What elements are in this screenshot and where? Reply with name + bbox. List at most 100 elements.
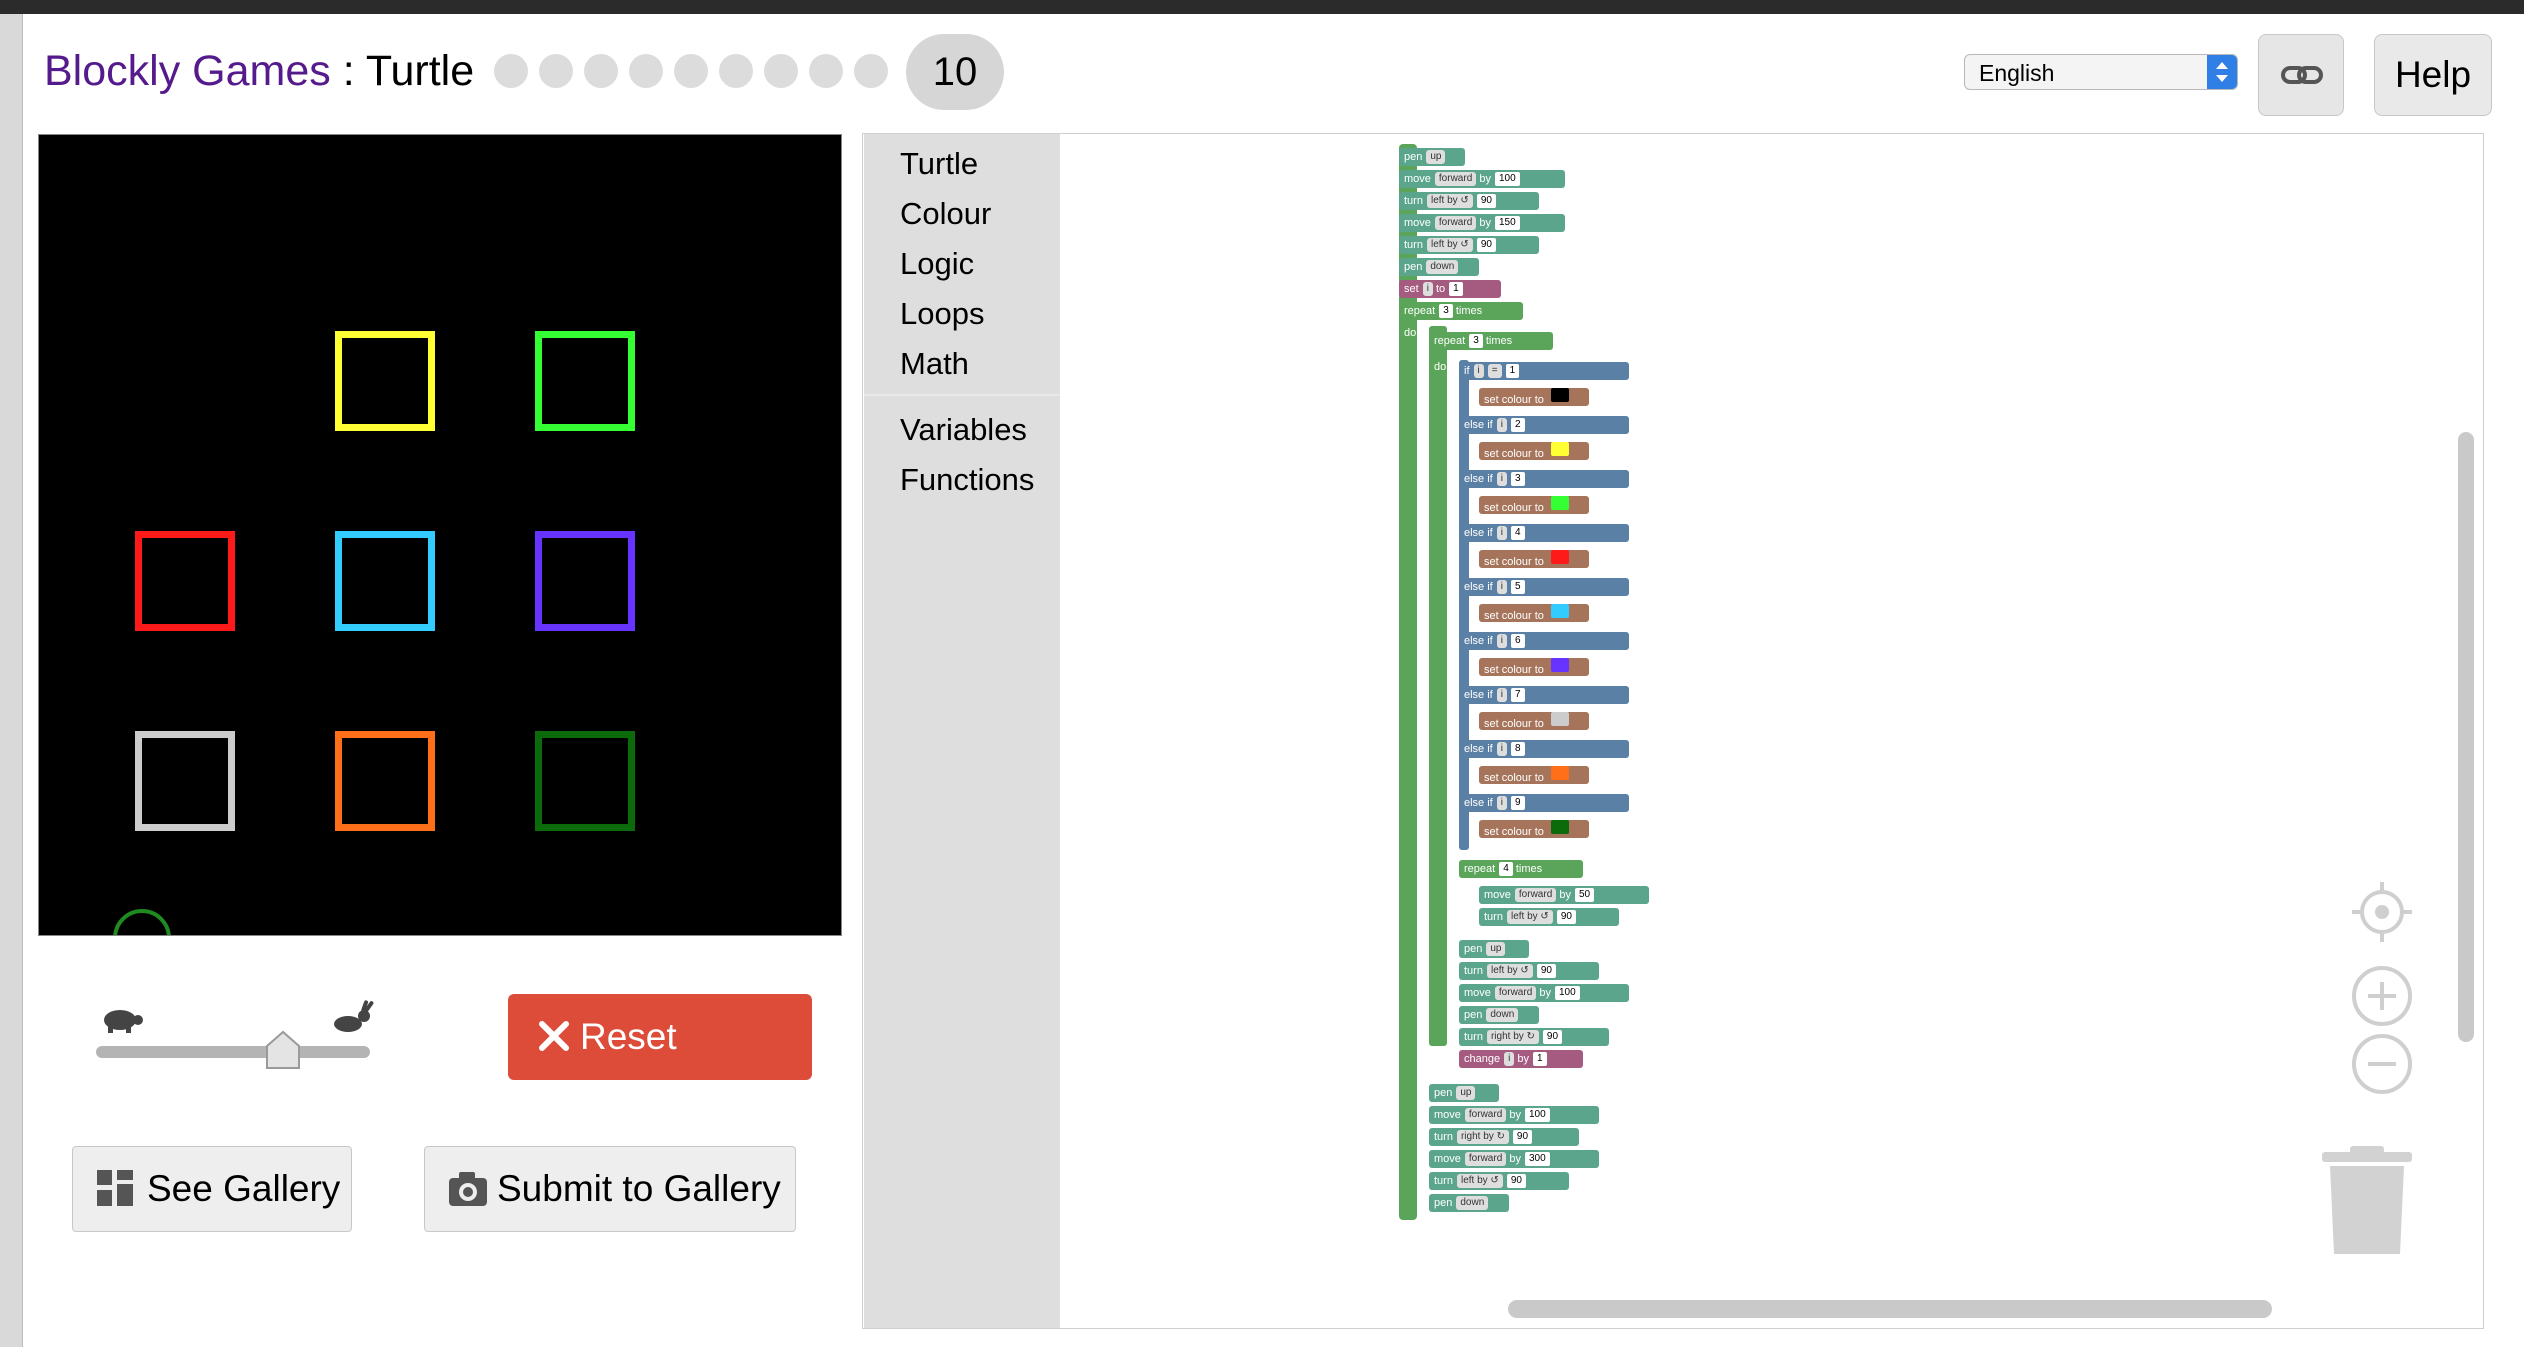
else-if-block[interactable]: else if i 3 (1459, 470, 1629, 488)
turn-left-block[interactable]: turn left by ↺ 90 (1399, 192, 1539, 210)
workspace-vertical-scrollbar[interactable] (2458, 432, 2474, 1042)
toolbox-category-math[interactable]: Math (900, 344, 969, 384)
toolbox-separator (864, 394, 1060, 396)
drawn-square-green (535, 331, 635, 431)
speed-slider-track[interactable] (96, 1046, 370, 1058)
level-dot[interactable] (494, 54, 528, 88)
toolbox-category-functions[interactable]: Functions (900, 460, 1034, 500)
drawn-square-yellow (335, 331, 435, 431)
pen-up-block[interactable]: pen up (1459, 940, 1529, 958)
repeat-block[interactable]: repeat 4 times (1459, 860, 1583, 878)
toolbox-category-variables[interactable]: Variables (900, 410, 1027, 450)
drawn-square-red (135, 531, 235, 631)
move-forward-block[interactable]: move forward by 100 (1429, 1106, 1599, 1124)
zoom-in-icon[interactable] (2350, 964, 2414, 1028)
set-colour-block[interactable]: set colour to (1479, 442, 1589, 460)
language-select[interactable]: English (1964, 54, 2238, 90)
brand-link[interactable]: Blockly Games (44, 47, 331, 95)
level-dot[interactable] (539, 54, 573, 88)
blocks-toolbox: Turtle Colour Logic Loops Math Variables… (864, 134, 1060, 1328)
recenter-icon[interactable] (2350, 880, 2414, 944)
pen-down-block[interactable]: pen down (1429, 1194, 1509, 1212)
code-blocks: pen up move forward by 100 turn left by ↺ 90 … (1395, 144, 1675, 1228)
set-colour-block[interactable]: set colour to (1479, 604, 1589, 622)
language-selected: English (1979, 60, 2055, 86)
drawn-square-orange (335, 731, 435, 831)
do-label: do (1404, 327, 1417, 339)
pen-up-block[interactable]: pen up (1399, 148, 1465, 166)
reset-button[interactable]: Reset (508, 994, 812, 1080)
title-separator: : (330, 47, 366, 95)
pen-up-block[interactable]: pen up (1429, 1084, 1499, 1102)
else-if-block[interactable]: else if i 6 (1459, 632, 1629, 650)
set-colour-block[interactable]: set colour to (1479, 388, 1589, 406)
toolbox-category-loops[interactable]: Loops (900, 294, 984, 334)
turtle-cursor (113, 909, 171, 935)
link-icon (2281, 66, 2323, 84)
level-dot[interactable] (719, 54, 753, 88)
set-colour-block[interactable]: set colour to (1479, 820, 1589, 838)
turn-left-block[interactable]: turn left by ↺ 90 (1399, 236, 1539, 254)
pen-down-block[interactable]: pen down (1399, 258, 1479, 276)
do-label: do (1434, 361, 1447, 373)
see-gallery-label: See Gallery (147, 1168, 341, 1209)
level-dot[interactable] (764, 54, 798, 88)
repeat-block[interactable]: repeat 3 times (1399, 302, 1523, 320)
drawn-square-grey (135, 731, 235, 831)
select-arrows-icon (2207, 55, 2237, 89)
zoom-out-icon[interactable] (2350, 1032, 2414, 1096)
move-forward-block[interactable]: move forward by 50 (1479, 886, 1649, 904)
turtle-slow-icon (104, 1010, 143, 1033)
toolbox-category-turtle[interactable]: Turtle (900, 144, 978, 184)
set-colour-block[interactable]: set colour to (1479, 712, 1589, 730)
turn-left-block[interactable]: turn left by ↺ 90 (1429, 1172, 1569, 1190)
link-button[interactable] (2258, 34, 2344, 116)
toolbox-category-colour[interactable]: Colour (900, 194, 991, 234)
drawn-square-darkgreen (535, 731, 635, 831)
else-if-block[interactable]: else if i 4 (1459, 524, 1629, 542)
level-dot[interactable] (809, 54, 843, 88)
turn-right-block[interactable]: turn right by ↻ 90 (1459, 1028, 1609, 1046)
move-forward-block[interactable]: move forward by 300 (1429, 1150, 1599, 1168)
repeat-block[interactable]: repeat 3 times (1429, 332, 1553, 350)
turtle-canvas (38, 134, 842, 936)
else-if-block[interactable]: else if i 7 (1459, 686, 1629, 704)
turn-left-block[interactable]: turn left by ↺ 90 (1459, 962, 1599, 980)
help-button[interactable]: Help (2374, 34, 2492, 116)
submit-gallery-button[interactable]: Submit to Gallery (424, 1146, 796, 1232)
set-colour-block[interactable]: set colour to (1479, 658, 1589, 676)
workspace-horizontal-scrollbar[interactable] (1508, 1300, 2272, 1318)
level-dot[interactable] (629, 54, 663, 88)
trash-icon[interactable] (2320, 1146, 2414, 1258)
drawn-square-purple (535, 531, 635, 631)
app-dock (0, 14, 23, 1347)
else-if-block[interactable]: else if i 8 (1459, 740, 1629, 758)
repeat-inner-frame[interactable] (1429, 326, 1447, 1046)
move-forward-block[interactable]: move forward by 150 (1399, 214, 1565, 232)
gallery-icon (97, 1170, 133, 1206)
toolbox-category-logic[interactable]: Logic (900, 244, 974, 284)
set-colour-block[interactable]: set colour to (1479, 496, 1589, 514)
see-gallery-button[interactable]: See Gallery (72, 1146, 352, 1232)
move-forward-block[interactable]: move forward by 100 (1459, 984, 1629, 1002)
else-if-block[interactable]: else if i 2 (1459, 416, 1629, 434)
if-block[interactable]: if i = 1 (1459, 362, 1629, 380)
pen-down-block[interactable]: pen down (1459, 1006, 1539, 1024)
turn-right-block[interactable]: turn right by ↻ 90 (1429, 1128, 1579, 1146)
move-forward-block[interactable]: move forward by 100 (1399, 170, 1565, 188)
level-dot[interactable] (674, 54, 708, 88)
current-level-badge[interactable]: 10 (906, 34, 1004, 110)
level-dot[interactable] (854, 54, 888, 88)
page-title: Blockly Games : Turtle (44, 46, 474, 96)
close-icon (539, 1021, 569, 1051)
change-variable-block[interactable]: change i by 1 (1459, 1050, 1583, 1068)
speed-slider-thumb[interactable] (264, 1030, 302, 1070)
set-colour-block[interactable]: set colour to (1479, 766, 1589, 784)
else-if-block[interactable]: else if i 9 (1459, 794, 1629, 812)
game-name: Turtle (365, 47, 475, 95)
level-dot[interactable] (584, 54, 618, 88)
set-variable-block[interactable]: set i to 1 (1399, 280, 1501, 298)
set-colour-block[interactable]: set colour to (1479, 550, 1589, 568)
else-if-block[interactable]: else if i 5 (1459, 578, 1629, 596)
turn-left-block[interactable]: turn left by ↺ 90 (1479, 908, 1619, 926)
